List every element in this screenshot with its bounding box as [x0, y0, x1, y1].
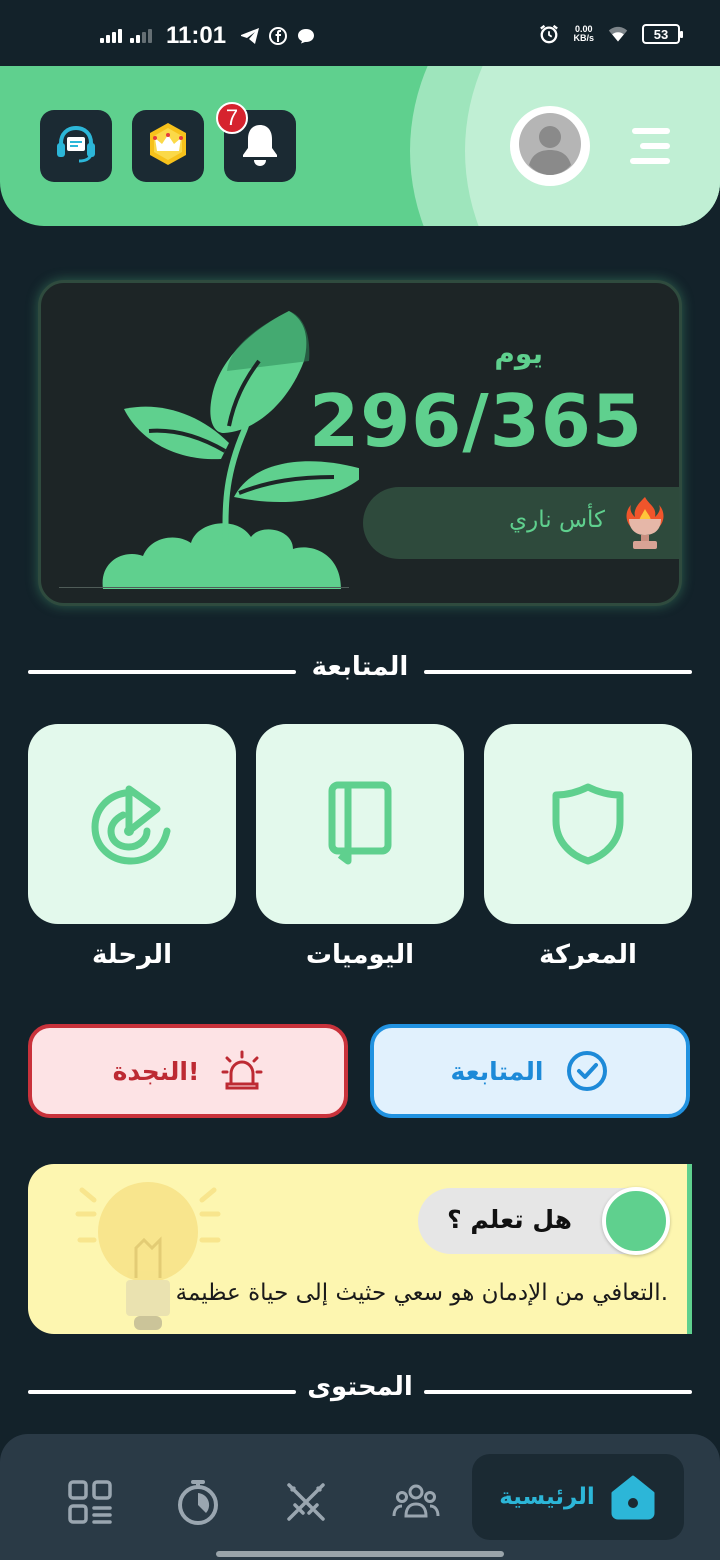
nav-community[interactable]: [388, 1474, 444, 1530]
followup-button-label: المتابعة: [450, 1056, 544, 1086]
support-headset-icon: [53, 121, 99, 171]
notification-count-badge: 7: [216, 102, 248, 134]
nav-home[interactable]: الرئيسية: [472, 1454, 684, 1540]
rescue-button-label: النجدة!: [112, 1056, 200, 1086]
support-button[interactable]: [40, 110, 112, 182]
fire-cup-icon: [626, 497, 664, 549]
app-header: 7: [0, 66, 720, 226]
system-home-indicator[interactable]: [216, 1551, 504, 1557]
trophy-label: كأس ناري: [509, 507, 605, 533]
plant-ground-line: [59, 587, 349, 588]
notebook-icon: [328, 781, 392, 865]
progress-card[interactable]: يوم 296/365 كأس ناري: [38, 280, 682, 606]
did-you-know-dot: [602, 1187, 670, 1255]
header-arc-inner: [465, 66, 720, 226]
rescue-button[interactable]: النجدة!: [28, 1024, 348, 1118]
siren-icon: [221, 1050, 263, 1090]
status-right: 0.00 KB/s 53: [539, 24, 683, 44]
net-speed: 0.00 KB/s: [573, 25, 594, 43]
dashboard-icon: [68, 1480, 112, 1524]
community-icon: [392, 1484, 440, 1518]
signal-2-icon: [130, 29, 152, 43]
status-bar: 11:01 0.00 KB/s 53: [0, 0, 720, 72]
telegram-icon: [240, 26, 260, 46]
timer-icon: [178, 1480, 218, 1525]
journal-tile[interactable]: [256, 724, 464, 924]
status-time: 11:01: [166, 22, 227, 49]
alarm-icon: [539, 24, 559, 44]
wifi-icon: [608, 24, 628, 44]
nav-dashboard[interactable]: [62, 1474, 118, 1530]
tip-card-accent: [687, 1164, 692, 1334]
bottom-navigation: الرئيسية: [0, 1434, 720, 1560]
battle-tile-label: المعركة: [539, 940, 637, 970]
did-you-know-title: هل تعلم ؟: [447, 1205, 572, 1234]
day-counter: 296/365: [309, 379, 643, 463]
facebook-icon: [268, 26, 288, 46]
premium-button[interactable]: [132, 110, 204, 182]
tracking-section-divider: المتابعة: [28, 652, 692, 692]
shield-icon: [552, 783, 624, 865]
nav-timer[interactable]: [170, 1474, 226, 1530]
chat-icon: [296, 26, 316, 46]
content-section-divider: المحتوى: [28, 1372, 692, 1412]
check-circle-icon: [567, 1051, 608, 1091]
battle-tile[interactable]: [484, 724, 692, 924]
status-left: 11:01: [100, 22, 316, 50]
followup-button[interactable]: المتابعة: [370, 1024, 690, 1118]
did-you-know-card[interactable]: هل تعلم ؟ التعافي من الإدمان هو سعي حثيث…: [28, 1164, 692, 1334]
home-icon: [611, 1475, 655, 1520]
nav-home-label: الرئيسية: [499, 1484, 595, 1510]
did-you-know-text: التعافي من الإدمان هو سعي حثيث إلى حياة …: [175, 1280, 668, 1306]
lightbulb-icon: [75, 1182, 221, 1330]
target-play-icon: [91, 785, 171, 865]
battery-indicator: 53: [642, 24, 683, 44]
profile-avatar[interactable]: [510, 106, 590, 186]
journal-tile-label: اليوميات: [305, 940, 415, 970]
premium-crown-icon: [144, 120, 192, 172]
bell-icon: [238, 121, 282, 171]
tracking-section-title: المتابعة: [311, 652, 409, 682]
journey-tile[interactable]: [28, 724, 236, 924]
menu-button[interactable]: [626, 126, 670, 166]
content-section-title: المحتوى: [307, 1372, 413, 1402]
net-speed-unit: KB/s: [573, 33, 594, 43]
journey-tile-label: الرحلة: [92, 940, 172, 970]
nav-battle[interactable]: [278, 1474, 334, 1530]
battle-swords-icon: [287, 1483, 325, 1521]
avatar-icon: [519, 113, 581, 179]
day-label: يوم: [494, 337, 543, 370]
signal-1-icon: [100, 29, 122, 43]
did-you-know-pill: هل تعلم ؟: [418, 1187, 670, 1255]
trophy-pill[interactable]: كأس ناري: [363, 487, 679, 559]
